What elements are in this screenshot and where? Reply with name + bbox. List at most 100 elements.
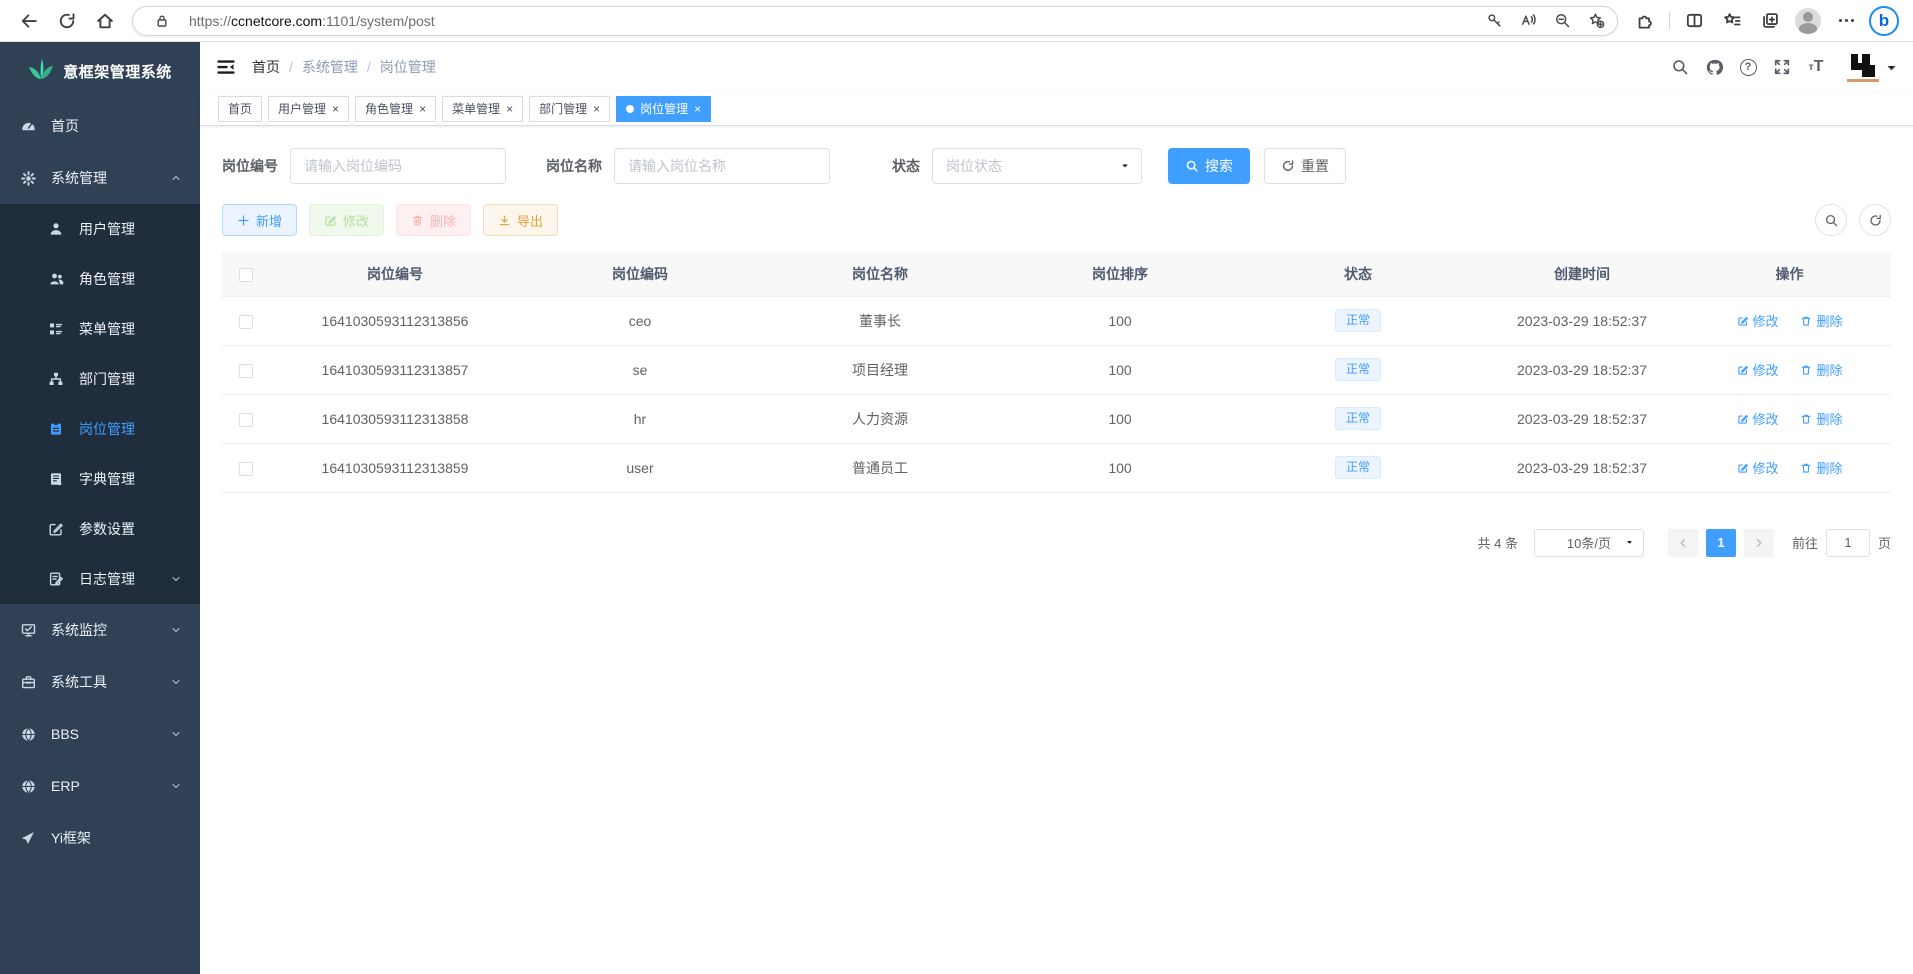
fullscreen-icon[interactable] <box>1765 51 1799 83</box>
sidebar-item-yi-framework[interactable]: Yi框架 <box>0 812 200 864</box>
reset-button[interactable]: 重置 <box>1264 148 1346 184</box>
favorite-add-icon[interactable] <box>1579 7 1613 35</box>
bing-chat-icon[interactable]: b <box>1865 4 1903 38</box>
sidebar-item-monitor[interactable]: 系统监控 <box>0 604 200 656</box>
address-bar[interactable]: https://ccnetcore.com:1101/system/post <box>132 6 1618 36</box>
search-icon[interactable] <box>1663 51 1697 83</box>
split-screen-icon[interactable] <box>1675 4 1713 38</box>
url-text[interactable]: https://ccnetcore.com:1101/system/post <box>189 13 1477 29</box>
chevron-down-icon <box>1624 537 1635 548</box>
sidebar-item-roles[interactable]: 角色管理 <box>0 254 200 304</box>
goto-page-input[interactable] <box>1826 529 1870 557</box>
sidebar-item-dictionary[interactable]: 字典管理 <box>0 454 200 504</box>
sidebar-item-tools[interactable]: 系统工具 <box>0 656 200 708</box>
status-select[interactable]: 岗位状态 <box>932 148 1142 184</box>
post-name-input[interactable] <box>614 148 830 184</box>
status-badge: 正常 <box>1335 456 1381 480</box>
row-edit-link[interactable]: 修改 <box>1737 458 1779 477</box>
sidebar-item-bbs[interactable]: BBS <box>0 708 200 760</box>
breadcrumb-home[interactable]: 首页 <box>252 57 280 77</box>
table-row[interactable]: 1641030593112313857 se 项目经理 100 正常 2023-… <box>222 345 1891 394</box>
select-all-checkbox[interactable] <box>239 268 253 282</box>
sidebar-item-label: 系统管理 <box>51 168 107 188</box>
close-icon[interactable]: × <box>419 103 426 115</box>
close-icon[interactable]: × <box>593 103 600 115</box>
table-row[interactable]: 1641030593112313859 user 普通员工 100 正常 202… <box>222 443 1891 492</box>
table-row[interactable]: 1641030593112313858 hr 人力资源 100 正常 2023-… <box>222 394 1891 443</box>
search-button[interactable]: 搜索 <box>1168 148 1250 184</box>
row-edit-link[interactable]: 修改 <box>1737 311 1779 330</box>
prev-page-button[interactable] <box>1668 529 1698 557</box>
post-name-label: 岗位名称 <box>546 156 602 176</box>
tab-roles[interactable]: 角色管理× <box>355 96 436 122</box>
status-badge: 正常 <box>1335 407 1381 431</box>
password-key-icon[interactable] <box>1477 7 1511 35</box>
sidebar-collapse-icon[interactable] <box>216 57 236 77</box>
more-icon[interactable] <box>1827 4 1865 38</box>
sidebar-item-logs[interactable]: 日志管理 <box>0 554 200 604</box>
tab-departments[interactable]: 部门管理× <box>529 96 610 122</box>
row-delete-link[interactable]: 删除 <box>1800 360 1842 379</box>
help-icon[interactable]: ? <box>1731 51 1765 83</box>
goto-unit-label: 页 <box>1878 533 1891 552</box>
row-delete-link[interactable]: 删除 <box>1800 311 1842 330</box>
edit-button[interactable]: 修改 <box>309 204 384 236</box>
table-row[interactable]: 1641030593112313856 ceo 董事长 100 正常 2023-… <box>222 296 1891 345</box>
zoom-out-icon[interactable] <box>1545 7 1579 35</box>
collections-icon[interactable] <box>1751 4 1789 38</box>
add-button[interactable]: 新增 <box>222 204 297 236</box>
cell-post-id: 1641030593112313857 <box>270 345 520 394</box>
table-header-row: 岗位编号 岗位编码 岗位名称 岗位排序 状态 创建时间 操作 <box>222 252 1891 296</box>
favorites-bar-icon[interactable] <box>1713 4 1751 38</box>
close-icon[interactable]: × <box>332 103 339 115</box>
github-icon[interactable] <box>1697 51 1731 83</box>
read-aloud-icon[interactable] <box>1511 7 1545 35</box>
close-icon[interactable]: × <box>694 103 701 115</box>
tab-home[interactable]: 首页 <box>218 96 262 122</box>
sidebar-item-home[interactable]: 首页 <box>0 100 200 152</box>
page-number-button[interactable]: 1 <box>1706 529 1736 557</box>
row-checkbox[interactable] <box>239 462 253 476</box>
toggle-search-icon[interactable] <box>1815 204 1847 236</box>
sidebar-item-departments[interactable]: 部门管理 <box>0 354 200 404</box>
cell-post-id: 1641030593112313856 <box>270 296 520 345</box>
back-icon[interactable] <box>10 4 48 38</box>
refresh-icon[interactable] <box>48 4 86 38</box>
tag-view-bar: 首页 用户管理× 角色管理× 菜单管理× 部门管理× 岗位管理× <box>200 92 1913 126</box>
tab-menus[interactable]: 菜单管理× <box>442 96 523 122</box>
close-icon[interactable]: × <box>506 103 513 115</box>
row-delete-link[interactable]: 删除 <box>1800 409 1842 428</box>
refresh-table-icon[interactable] <box>1859 204 1891 236</box>
delete-button[interactable]: 删除 <box>396 204 471 236</box>
tab-posts[interactable]: 岗位管理× <box>616 96 711 122</box>
extensions-icon[interactable] <box>1626 4 1664 38</box>
row-delete-link[interactable]: 删除 <box>1800 458 1842 477</box>
sidebar-item-erp[interactable]: ERP <box>0 760 200 812</box>
cell-post-sort: 100 <box>1000 345 1240 394</box>
table-tools <box>1815 204 1891 236</box>
post-code-input[interactable] <box>290 148 506 184</box>
sidebar-item-users[interactable]: 用户管理 <box>0 204 200 254</box>
sidebar-item-parameters[interactable]: 参数设置 <box>0 504 200 554</box>
row-checkbox[interactable] <box>239 315 253 329</box>
user-avatar-menu[interactable] <box>1847 52 1897 82</box>
profile-avatar[interactable] <box>1789 4 1827 38</box>
home-icon[interactable] <box>86 4 124 38</box>
cell-post-name: 项目经理 <box>760 345 1000 394</box>
page-size-select[interactable]: 10条/页 <box>1534 529 1644 557</box>
row-edit-link[interactable]: 修改 <box>1737 360 1779 379</box>
tab-users[interactable]: 用户管理× <box>268 96 349 122</box>
sidebar-item-posts[interactable]: 岗位管理 <box>0 404 200 454</box>
app-logo[interactable]: 意框架管理系统 <box>0 42 200 100</box>
row-edit-link[interactable]: 修改 <box>1737 409 1779 428</box>
row-checkbox[interactable] <box>239 364 253 378</box>
row-checkbox[interactable] <box>239 413 253 427</box>
font-size-icon[interactable]: тT <box>1799 51 1833 83</box>
sidebar-item-menus[interactable]: 菜单管理 <box>0 304 200 354</box>
dashboard-icon <box>18 118 38 135</box>
sidebar-item-label: 字典管理 <box>79 469 135 489</box>
export-button[interactable]: 导出 <box>483 204 558 236</box>
next-page-button[interactable] <box>1744 529 1774 557</box>
col-status: 状态 <box>1240 252 1476 296</box>
sidebar-item-system[interactable]: 系统管理 <box>0 152 200 204</box>
